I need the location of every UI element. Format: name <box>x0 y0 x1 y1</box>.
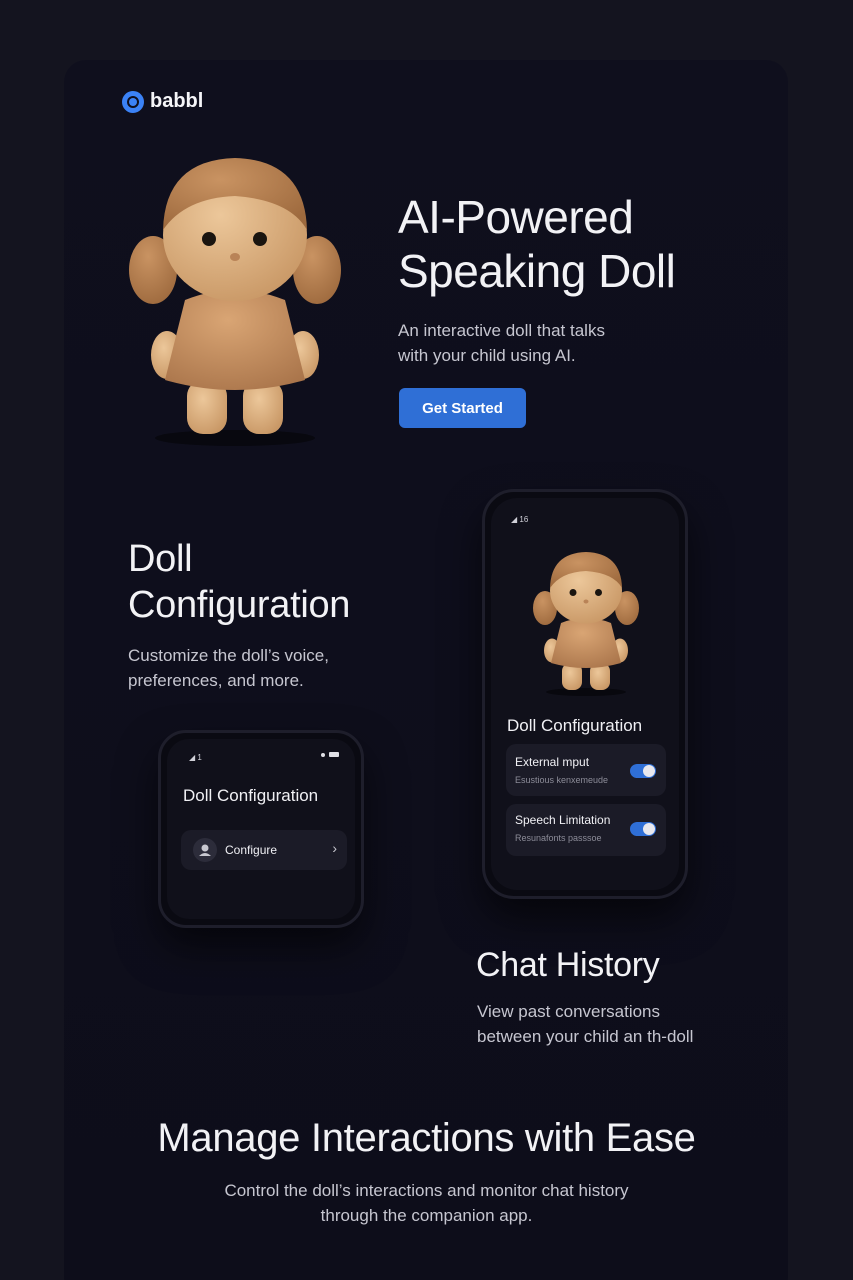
bottom-subtitle-line1: Control the doll’s interactions and moni… <box>224 1181 629 1200</box>
user-icon <box>193 838 217 862</box>
large-phone-screen: ◢ 16 Doll Configuration External mput Es… <box>491 498 679 890</box>
chat-subtitle-line2: between your child an th-doll <box>477 1027 694 1046</box>
speech-limitation-toggle[interactable] <box>630 822 656 836</box>
config-title-line1: Doll <box>128 538 193 580</box>
hero-subtitle-line2: with your child using AI. <box>398 346 576 365</box>
config-section-subtitle: Customize the doll’s voice, preferences,… <box>128 643 388 693</box>
signal-status: ◢ 16 <box>511 515 529 524</box>
bottom-subtitle-line2: through the companion app. <box>320 1206 533 1225</box>
configure-row[interactable]: Configure › <box>181 830 347 870</box>
config-subtitle-line1: Customize the doll’s voice, <box>128 646 329 665</box>
chat-subtitle-line1: View past conversations <box>477 1002 661 1021</box>
doll-thumbnail <box>533 552 639 696</box>
small-phone-screen: ◢ 1 Doll Configuration Configure › <box>167 739 355 919</box>
small-phone-mockup: ◢ 1 Doll Configuration Configure › <box>158 730 364 928</box>
small-phone-title: Doll Configuration <box>183 786 319 805</box>
hero-title-line1: AI-Powered <box>398 191 634 243</box>
hero-subtitle-line1: An interactive doll that talks <box>398 321 605 340</box>
speech-limitation-label: Speech Limitation <box>515 813 611 827</box>
hero-subtitle: An interactive doll that talks with your… <box>398 318 678 368</box>
chat-history-title: Chat History <box>476 946 660 984</box>
brand-name: babbl <box>150 90 204 112</box>
bottom-title: Manage Interactions with Ease <box>157 1116 696 1160</box>
doll-illustration <box>129 158 341 446</box>
config-title-line2: Configuration <box>128 584 351 626</box>
hero-title: AI-Powered Speaking Doll <box>398 190 758 298</box>
chevron-right-icon: › <box>332 840 337 856</box>
config-section-title: Doll Configuration <box>128 536 428 628</box>
babbl-logo-icon <box>122 90 144 113</box>
configure-label: Configure <box>225 843 278 857</box>
dot-icon <box>321 752 325 757</box>
battery-status <box>321 752 339 757</box>
battery-icon <box>329 752 339 757</box>
large-phone-mockup: ◢ 16 Doll Configuration External mput Es… <box>482 489 688 899</box>
hero-title-line2: Speaking Doll <box>398 245 676 297</box>
get-started-button[interactable]: Get Started <box>399 388 526 428</box>
large-phone-title: Doll Configuration <box>507 716 643 735</box>
speech-limitation-sub: Resunafonts passsoe <box>515 833 602 843</box>
brand-logo[interactable]: babbl <box>122 90 203 113</box>
external-input-toggle[interactable] <box>630 764 656 778</box>
signal-status: ◢ 1 <box>189 753 202 762</box>
config-subtitle-line2: preferences, and more. <box>128 671 304 690</box>
external-input-label: External mput <box>515 755 590 769</box>
chat-history-subtitle: View past conversations between your chi… <box>477 999 767 1049</box>
speech-limitation-row[interactable]: Speech Limitation Resunafonts passsoe <box>506 804 666 856</box>
bottom-subtitle: Control the doll’s interactions and moni… <box>0 1178 853 1228</box>
external-input-row[interactable]: External mput Esustious kenxemeude <box>506 744 666 796</box>
external-input-sub: Esustious kenxemeude <box>515 775 609 785</box>
